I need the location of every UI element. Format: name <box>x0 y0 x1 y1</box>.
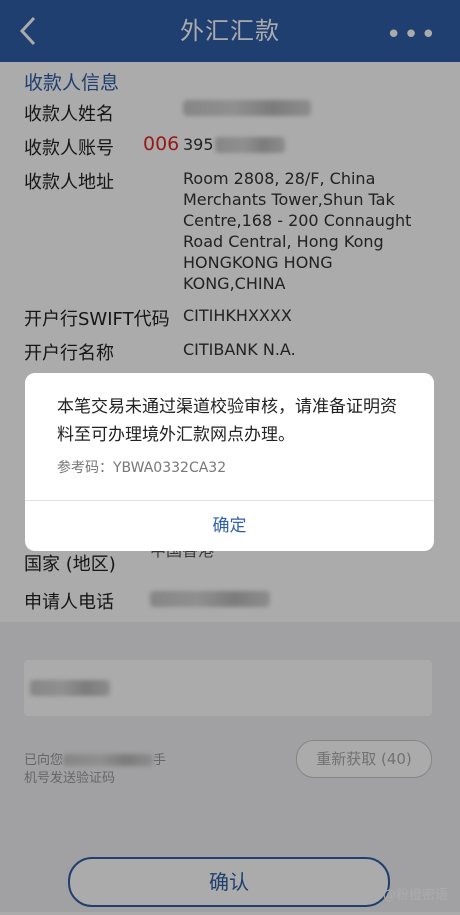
dialog-ok-button[interactable]: 确定 <box>25 501 434 551</box>
dialog-reference-code: 参考码：YBWA0332CA32 <box>57 460 227 476</box>
dialog-message: 本笔交易未通过渠道校验审核，请准备证明资料至可办理境外汇款网点办理。 <box>57 397 397 445</box>
alert-dialog: 本笔交易未通过渠道校验审核，请准备证明资料至可办理境外汇款网点办理。 参考码：Y… <box>25 373 434 551</box>
